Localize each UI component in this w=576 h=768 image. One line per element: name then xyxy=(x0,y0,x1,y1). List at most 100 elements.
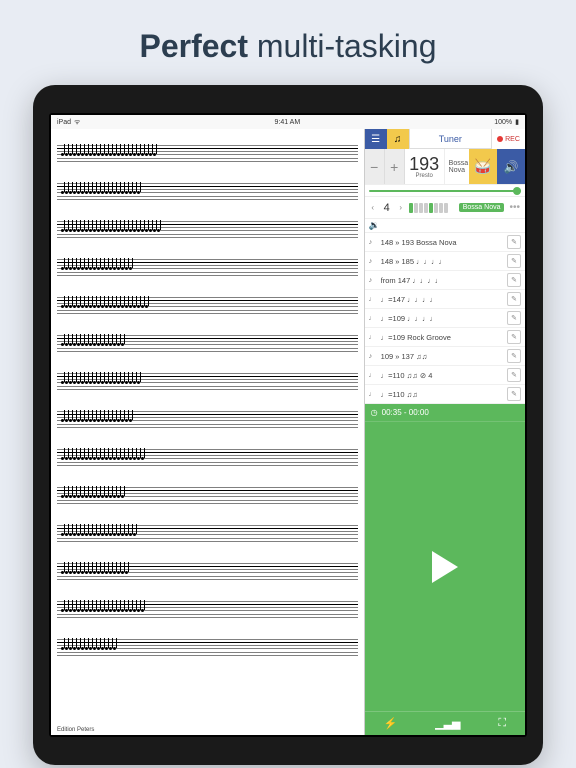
tempo-icon: ♪ xyxy=(369,239,377,246)
tempo-icon: ♩ xyxy=(369,391,377,398)
preset-list: ♪148 » 193 Bossa Nova✎ ♪148 » 185 ♩♩♩♩✎ … xyxy=(365,233,525,404)
slider-track xyxy=(369,190,521,192)
panel-topbar: ☰ ♫ Tuner REC xyxy=(365,129,525,149)
volume-icon: 🔉 xyxy=(369,220,380,231)
player-bottom-bar: ⚡ ▁▃▅ ⛶ xyxy=(365,711,525,735)
edit-button[interactable]: ✎ xyxy=(507,254,521,268)
music-staff xyxy=(57,289,358,323)
battery-icon: ▮ xyxy=(515,118,519,126)
music-staff xyxy=(57,365,358,399)
headline: Perfect multi-tasking xyxy=(0,0,576,85)
style-tag[interactable]: Bossa Nova xyxy=(459,203,505,212)
music-staff xyxy=(57,441,358,475)
music-staff xyxy=(57,479,358,513)
drum-sound-button[interactable]: 🥁 xyxy=(469,149,497,184)
style-label: Bossa Nova xyxy=(445,149,469,184)
tablet-bezel: iPad ᯤ 9:41 AM 100% ▮ Edition Peters xyxy=(49,113,527,737)
bpm-value: 193 xyxy=(409,155,439,173)
music-staff xyxy=(57,213,358,247)
play-area xyxy=(365,422,525,711)
edit-button[interactable]: ✎ xyxy=(507,368,521,382)
menu-button[interactable]: ☰ xyxy=(365,129,387,149)
music-staff xyxy=(57,137,358,171)
beat-prev-button[interactable]: ‹ xyxy=(368,203,378,212)
list-item[interactable]: ♩♩=147 ♩♩♩♩✎ xyxy=(365,290,525,309)
edit-button[interactable]: ✎ xyxy=(507,349,521,363)
edit-button[interactable]: ✎ xyxy=(507,330,521,344)
list-item[interactable]: ♩♩=109 ♩♩♩♩✎ xyxy=(365,309,525,328)
status-bar: iPad ᯤ 9:41 AM 100% ▮ xyxy=(51,115,525,129)
slider-thumb[interactable] xyxy=(513,187,521,195)
edit-button[interactable]: ✎ xyxy=(507,273,521,287)
play-button[interactable] xyxy=(432,551,458,583)
sound-button[interactable]: 🔊 xyxy=(497,149,525,184)
device-label: iPad xyxy=(57,119,71,126)
tempo-icon: ♩ xyxy=(369,372,377,379)
tempo-row: − + 193 Presto Bossa Nova 🥁 🔊 xyxy=(365,149,525,185)
more-button[interactable]: ••• xyxy=(507,202,522,213)
tempo-icon: ♪ xyxy=(369,258,377,265)
tempo-slider[interactable] xyxy=(365,185,525,197)
beat-count[interactable]: 4 xyxy=(381,202,393,214)
hamburger-icon: ☰ xyxy=(371,134,380,145)
headline-rest: multi-tasking xyxy=(248,28,437,64)
volume-row[interactable]: 🔉 xyxy=(365,219,525,233)
sheet-music-pane[interactable]: Edition Peters xyxy=(51,129,365,735)
list-item[interactable]: ♪109 » 137 ♫♫✎ xyxy=(365,347,525,366)
tempo-icon: ♩ xyxy=(369,334,377,341)
tempo-icon: ♪ xyxy=(369,353,377,360)
record-button[interactable]: REC xyxy=(491,129,525,149)
time-text: 00:35 - 00:00 xyxy=(382,408,429,417)
edit-button[interactable]: ✎ xyxy=(507,387,521,401)
music-staff xyxy=(57,555,358,589)
list-item[interactable]: ♪148 » 185 ♩♩♩♩✎ xyxy=(365,252,525,271)
music-staff xyxy=(57,593,358,627)
beat-pattern[interactable] xyxy=(409,203,448,213)
list-item[interactable]: ♪from 147 ♩♩♩♩✎ xyxy=(365,271,525,290)
music-staff xyxy=(57,175,358,209)
flashlight-icon[interactable]: ⚡ xyxy=(384,717,398,730)
list-item[interactable]: ♩♩=110 ♫♫ ⊘ 4✎ xyxy=(365,366,525,385)
tuner-tab[interactable]: Tuner xyxy=(409,129,491,149)
tempo-marking: Presto xyxy=(415,173,432,179)
player-area: ◷ 00:35 - 00:00 ⚡ ▁▃▅ ⛶ xyxy=(365,404,525,735)
rec-label: REC xyxy=(505,136,520,143)
list-item[interactable]: ♩♩=109 Rock Groove✎ xyxy=(365,328,525,347)
music-staff xyxy=(57,327,358,361)
tempo-minus-button[interactable]: − xyxy=(365,149,385,184)
speaker-icon: 🔊 xyxy=(504,160,519,174)
tempo-plus-button[interactable]: + xyxy=(385,149,405,184)
edit-button[interactable]: ✎ xyxy=(507,235,521,249)
note-icon: ♫ xyxy=(394,134,402,145)
tempo-icon: ♩ xyxy=(369,315,377,322)
battery-label: 100% xyxy=(494,119,512,126)
list-item[interactable]: ♪148 » 193 Bossa Nova✎ xyxy=(365,233,525,252)
music-staff xyxy=(57,631,358,665)
fullscreen-icon[interactable]: ⛶ xyxy=(498,717,506,730)
tempo-icon: ♪ xyxy=(369,277,377,284)
wifi-icon: ᯤ xyxy=(74,118,80,127)
drum-icon: 🥁 xyxy=(474,158,491,175)
list-item[interactable]: ♩♩=110 ♫♫✎ xyxy=(365,385,525,404)
tablet-frame: iPad ᯤ 9:41 AM 100% ▮ Edition Peters xyxy=(33,85,543,765)
edit-button[interactable]: ✎ xyxy=(507,311,521,325)
tempo-icon: ♩ xyxy=(369,296,377,303)
headline-bold: Perfect xyxy=(140,28,249,64)
metronome-panel: ☰ ♫ Tuner REC − + 193 Presto Bossa Nova … xyxy=(365,129,525,735)
music-staff xyxy=(57,403,358,437)
edition-label: Edition Peters xyxy=(57,727,94,733)
status-time: 9:41 AM xyxy=(274,119,300,126)
tablet-screen: iPad ᯤ 9:41 AM 100% ▮ Edition Peters xyxy=(51,115,525,735)
bpm-display[interactable]: 193 Presto xyxy=(405,149,445,184)
edit-button[interactable]: ✎ xyxy=(507,292,521,306)
music-staff xyxy=(57,517,358,551)
clock-icon: ◷ xyxy=(371,408,378,417)
music-staff xyxy=(57,251,358,285)
split-view: Edition Peters ☰ ♫ Tuner REC − + 193 Pre… xyxy=(51,129,525,735)
beat-config-row: ‹ 4 › Bossa Nova ••• xyxy=(365,197,525,219)
time-display-row: ◷ 00:35 - 00:00 xyxy=(365,404,525,422)
beat-next-button[interactable]: › xyxy=(396,203,406,212)
levels-icon[interactable]: ▁▃▅ xyxy=(435,717,460,730)
tuner-label: Tuner xyxy=(439,134,462,144)
app-logo-button[interactable]: ♫ xyxy=(387,129,409,149)
